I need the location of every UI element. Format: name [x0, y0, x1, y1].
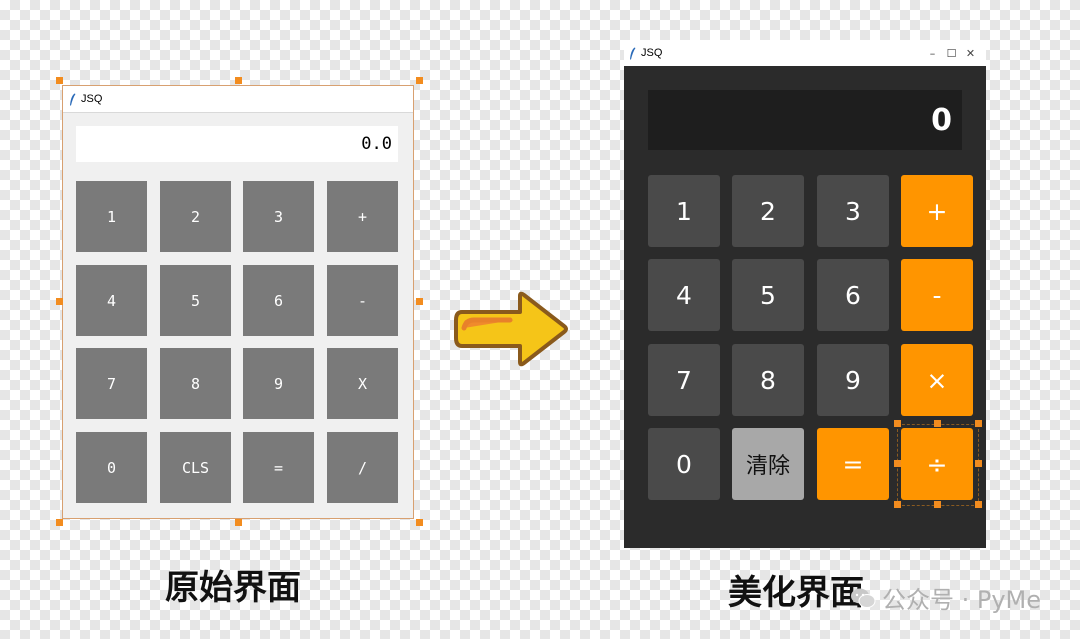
resize-handle[interactable]	[975, 460, 982, 467]
beautified-caption: 美化界面	[728, 573, 864, 613]
orig-button-8[interactable]: 8	[160, 348, 231, 419]
beautified-display: 0	[648, 90, 962, 150]
window-controls: – ☐ ✕	[923, 40, 980, 66]
orig-button-divide[interactable]: /	[327, 432, 398, 503]
new-button-7[interactable]: 7	[648, 344, 720, 416]
new-button-9[interactable]: 9	[817, 344, 889, 416]
orig-button-7[interactable]: 7	[76, 348, 147, 419]
resize-handle[interactable]	[235, 519, 242, 526]
resize-handle[interactable]	[416, 77, 423, 84]
orig-button-minus[interactable]: -	[327, 265, 398, 336]
minimize-button[interactable]: –	[923, 43, 942, 63]
resize-handle[interactable]	[975, 420, 982, 427]
resize-handle[interactable]	[934, 501, 941, 508]
orig-button-6[interactable]: 6	[243, 265, 314, 336]
new-button-2[interactable]: 2	[732, 175, 804, 247]
resize-handle[interactable]	[56, 298, 63, 305]
new-button-6[interactable]: 6	[817, 259, 889, 331]
new-button-8[interactable]: 8	[732, 344, 804, 416]
original-display: 0.0	[76, 126, 398, 162]
right-arrow-icon	[454, 291, 568, 367]
new-button-0[interactable]: 0	[648, 428, 720, 500]
orig-button-9[interactable]: 9	[243, 348, 314, 419]
orig-button-clear[interactable]: CLS	[160, 432, 231, 503]
new-button-clear[interactable]: 清除	[732, 428, 804, 500]
orig-button-5[interactable]: 5	[160, 265, 231, 336]
resize-handle[interactable]	[416, 519, 423, 526]
resize-handle[interactable]	[56, 519, 63, 526]
resize-handle[interactable]	[975, 501, 982, 508]
resize-handle[interactable]	[894, 501, 901, 508]
close-button[interactable]: ✕	[961, 43, 980, 63]
original-calculator-window: JSQ 0.0 1 2 3 + 4 5 6 - 7 8 9 X 0 CLS = …	[62, 85, 414, 519]
wechat-icon	[851, 588, 876, 608]
original-window-title: JSQ	[81, 93, 103, 105]
beautified-window-title: JSQ	[641, 47, 663, 59]
original-titlebar: JSQ	[63, 86, 413, 113]
new-button-plus[interactable]: +	[901, 175, 973, 247]
maximize-button[interactable]: ☐	[942, 43, 961, 63]
resize-handle[interactable]	[894, 460, 901, 467]
original-caption: 原始界面	[165, 568, 301, 608]
new-button-multiply[interactable]: ×	[901, 344, 973, 416]
new-button-equals[interactable]: =	[817, 428, 889, 500]
orig-button-multiply[interactable]: X	[327, 348, 398, 419]
watermark-text: 公众号 · PyMe	[882, 586, 1042, 614]
resize-handle[interactable]	[56, 77, 63, 84]
new-button-1[interactable]: 1	[648, 175, 720, 247]
new-button-4[interactable]: 4	[648, 259, 720, 331]
feather-icon	[630, 47, 636, 59]
resize-handle[interactable]	[934, 420, 941, 427]
new-button-5[interactable]: 5	[732, 259, 804, 331]
orig-button-1[interactable]: 1	[76, 181, 147, 252]
orig-button-2[interactable]: 2	[160, 181, 231, 252]
beautified-calculator-window: JSQ – ☐ ✕ 0 1 2 3 + 4 5 6 - 7 8 9 × 0 清除…	[624, 40, 986, 548]
watermark: 公众号 · PyMe	[850, 580, 1041, 615]
beautified-titlebar: JSQ – ☐ ✕	[624, 40, 986, 66]
new-button-3[interactable]: 3	[817, 175, 889, 247]
resize-handle[interactable]	[235, 77, 242, 84]
new-button-minus[interactable]: -	[901, 259, 973, 331]
orig-button-plus[interactable]: +	[327, 181, 398, 252]
resize-handle[interactable]	[416, 298, 423, 305]
orig-button-0[interactable]: 0	[76, 432, 147, 503]
feather-icon	[70, 93, 76, 105]
resize-handle[interactable]	[894, 420, 901, 427]
orig-button-equals[interactable]: =	[243, 432, 314, 503]
new-button-divide[interactable]: ÷	[901, 428, 973, 500]
orig-button-3[interactable]: 3	[243, 181, 314, 252]
orig-button-4[interactable]: 4	[76, 265, 147, 336]
